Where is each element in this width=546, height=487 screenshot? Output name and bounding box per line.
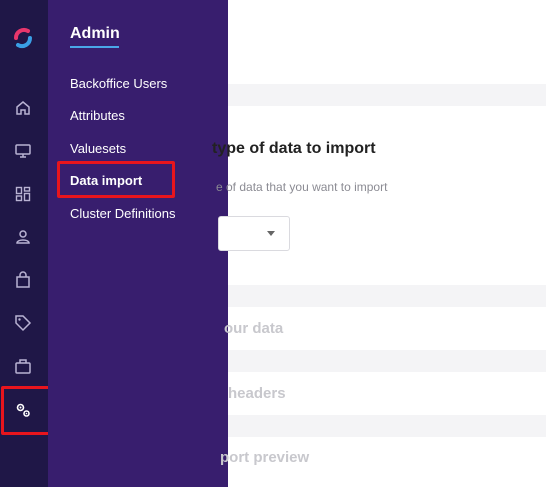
annotation-highlight-gear — [1, 386, 53, 435]
shopping-bag-icon[interactable] — [12, 269, 34, 291]
step2-title: our data — [224, 320, 284, 337]
home-icon[interactable] — [12, 97, 34, 119]
app-logo-icon[interactable] — [11, 26, 35, 50]
briefcase-icon[interactable] — [12, 355, 34, 377]
menu-item-backoffice-users[interactable]: Backoffice Users — [70, 76, 167, 91]
flyout-title: Admin — [70, 25, 120, 42]
icon-rail — [0, 0, 53, 487]
section-divider — [228, 350, 546, 372]
chevron-down-icon — [267, 231, 275, 236]
main-content: type of data to import e of data that yo… — [212, 0, 546, 487]
data-type-select[interactable] — [218, 216, 290, 251]
step3-title: headers — [228, 385, 286, 402]
menu-item-valuesets[interactable]: Valuesets — [70, 141, 126, 156]
section-divider — [228, 415, 546, 437]
section-divider — [228, 285, 546, 307]
menu-item-attributes[interactable]: Attributes — [70, 108, 125, 123]
menu-item-cluster-definitions[interactable]: Cluster Definitions — [70, 206, 176, 221]
step4-title: port preview — [220, 449, 310, 466]
dashboard-icon[interactable] — [12, 183, 34, 205]
section-divider — [228, 84, 546, 106]
tag-icon[interactable] — [12, 312, 34, 334]
user-icon[interactable] — [12, 226, 34, 248]
step1-subtitle: e of data that you want to import — [216, 180, 388, 194]
flyout-title-underline — [70, 46, 119, 48]
monitor-icon[interactable] — [12, 140, 34, 162]
step1-title: type of data to import — [212, 140, 376, 157]
annotation-highlight-data-import — [57, 161, 175, 198]
admin-flyout-menu: Admin Backoffice Users Attributes Values… — [48, 0, 228, 487]
